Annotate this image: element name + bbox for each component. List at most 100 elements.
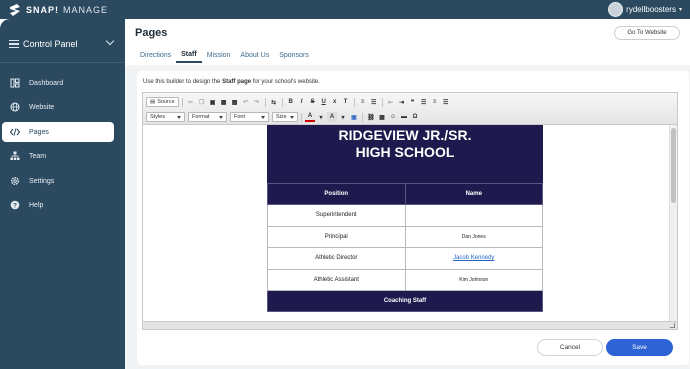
remove-format-icon[interactable]: T (341, 97, 351, 107)
scrollbar-thumb[interactable] (671, 128, 676, 203)
chevron-down-icon (105, 36, 115, 46)
sidebar-item-label: Settings (29, 177, 55, 185)
school-name-line-2: HIGH SCHOOL (355, 144, 455, 160)
username: rydellboosters (626, 5, 676, 14)
undo-icon[interactable]: ↶ (241, 97, 251, 107)
name-cell[interactable]: Dan Jones (404, 225, 543, 248)
sidebar-item-label: Website (29, 103, 55, 111)
source-button[interactable]: ▤ Source (146, 97, 179, 107)
bold-icon[interactable]: B (286, 97, 296, 107)
top-bar: SNAP! MANAGE rydellboosters ▾ (0, 0, 690, 19)
builder-card: Use this builder to design the Staff pag… (137, 71, 689, 365)
snap-logo-icon (10, 3, 20, 16)
format-dropdown[interactable]: Format (188, 112, 227, 122)
text-color-icon[interactable]: A (305, 112, 315, 122)
go-to-website-button[interactable]: Go To Website (614, 26, 680, 40)
paste-text-icon[interactable]: ▦ (219, 97, 229, 107)
table-row: Superintendent (267, 204, 543, 227)
name-cell[interactable]: Kim Johnson (404, 268, 543, 291)
user-menu[interactable]: rydellboosters ▾ (608, 1, 682, 18)
italic-icon[interactable]: I (297, 97, 307, 107)
coaching-staff-header-row: Coaching Staff (267, 290, 543, 312)
smiley-icon[interactable]: ☺ (388, 112, 398, 122)
team-icon (10, 151, 20, 160)
sidebar-item-team[interactable]: Team (2, 146, 114, 166)
special-char-icon[interactable]: Ω (410, 112, 420, 122)
editor-scrollbar[interactable] (669, 125, 677, 321)
tab-directions[interactable]: Directions (135, 47, 176, 63)
editor-toolbar: ▤ Source ✂ ❐ ▣ ▦ ▩ ↶ ↷ ⇆ B I S U x T ≡ ☰… (143, 93, 677, 125)
sidebar-item-dashboard[interactable]: Dashboard (2, 73, 114, 93)
strike-icon[interactable]: S (308, 97, 318, 107)
intro-prefix: Use this builder to design the (143, 79, 221, 85)
tab-about-us[interactable]: About Us (235, 47, 274, 63)
table-row: Athletic Director Jacob Kennedy (267, 247, 543, 270)
name-cell: Jacob Kennedy (404, 247, 543, 270)
sidebar-item-website[interactable]: Website (2, 97, 114, 117)
sidebar-item-help[interactable]: ? Help (2, 195, 114, 215)
save-button[interactable]: Save (606, 339, 673, 356)
name-link[interactable]: Jacob Kennedy (453, 255, 494, 261)
font-dropdown[interactable]: Font (230, 112, 269, 122)
rich-text-editor: ▤ Source ✂ ❐ ▣ ▦ ▩ ↶ ↷ ⇆ B I S U x T ≡ ☰… (142, 92, 678, 330)
blockquote-icon[interactable]: ❞ (408, 97, 418, 107)
find-replace-icon[interactable]: ⇆ (269, 97, 279, 107)
size-dropdown[interactable]: Size (272, 112, 298, 122)
sidebar-item-pages[interactable]: Pages (2, 122, 114, 142)
position-cell[interactable]: Principal (267, 225, 406, 248)
source-icon: ▤ (150, 99, 156, 105)
align-left-icon[interactable]: ☰ (419, 97, 429, 107)
subscript-icon[interactable]: x (330, 97, 340, 107)
text-color-dropdown-icon[interactable]: ▾ (316, 112, 326, 122)
toolbar-separator (264, 97, 266, 107)
background-color-icon[interactable]: A (327, 112, 337, 122)
link-icon[interactable]: ⛓ (366, 112, 376, 122)
underline-icon[interactable]: U (319, 97, 329, 107)
menu-icon (9, 40, 19, 48)
sidebar-item-label: Team (29, 152, 47, 160)
align-right-icon[interactable]: ☰ (441, 97, 451, 107)
styles-dropdown[interactable]: Styles (146, 112, 185, 122)
name-cell[interactable] (404, 204, 543, 227)
outdent-icon[interactable]: ⇤ (386, 97, 396, 107)
position-cell[interactable]: Athletic Director (267, 247, 406, 270)
redo-icon[interactable]: ↷ (252, 97, 262, 107)
indent-icon[interactable]: ⇥ (397, 97, 407, 107)
toolbar-separator (281, 97, 283, 107)
editor-content-area[interactable]: RIDGEVIEW JR./SR. HIGH SCHOOL Position N… (143, 125, 669, 321)
toolbar-separator (353, 97, 355, 107)
staff-document: RIDGEVIEW JR./SR. HIGH SCHOOL Position N… (267, 125, 543, 312)
maximize-icon[interactable]: ▣ (349, 112, 359, 122)
styles-label: Styles (150, 114, 165, 120)
copy-icon[interactable]: ❐ (197, 97, 207, 107)
source-label: Source (157, 99, 175, 105)
format-label: Format (192, 114, 210, 120)
position-cell[interactable]: Athletic Assistant (267, 268, 406, 291)
builder-intro: Use this builder to design the Staff pag… (143, 79, 320, 85)
background-color-dropdown-icon[interactable]: ▾ (338, 112, 348, 122)
position-cell[interactable]: Superintendent (267, 204, 406, 227)
app-logo[interactable]: SNAP! MANAGE (8, 2, 108, 17)
sidebar-item-label: Help (29, 201, 44, 209)
size-label: Size (276, 114, 287, 120)
tab-sponsors[interactable]: Sponsors (274, 47, 314, 63)
cancel-button[interactable]: Cancel (537, 339, 603, 356)
tab-staff[interactable]: Staff (176, 47, 202, 63)
horizontal-rule-icon[interactable]: ▬ (399, 112, 409, 122)
numbered-list-icon[interactable]: ≡ (358, 97, 368, 107)
bulleted-list-icon[interactable]: ☰ (369, 97, 379, 107)
control-panel-toggle[interactable]: Control Panel (0, 33, 125, 55)
coaching-staff-heading: Coaching Staff (267, 290, 543, 312)
toolbar-row-2: Styles Format Font Size A ▾ A ▾ ▣ ⛓ ▦ ☺ … (146, 111, 420, 123)
paste-word-icon[interactable]: ▩ (230, 97, 240, 107)
intro-bold: Staff page (222, 79, 252, 85)
resize-handle-icon[interactable] (670, 323, 675, 328)
tab-mission[interactable]: Mission (202, 47, 236, 63)
align-center-icon[interactable]: ≡ (430, 97, 440, 107)
cut-icon[interactable]: ✂ (186, 97, 196, 107)
toolbar-row-1: ▤ Source ✂ ❐ ▣ ▦ ▩ ↶ ↷ ⇆ B I S U x T ≡ ☰… (146, 96, 451, 108)
table-row: Athletic Assistant Kim Johnson (267, 268, 543, 291)
table-icon[interactable]: ▦ (377, 112, 387, 122)
paste-icon[interactable]: ▣ (208, 97, 218, 107)
sidebar-item-settings[interactable]: Settings (2, 171, 114, 191)
